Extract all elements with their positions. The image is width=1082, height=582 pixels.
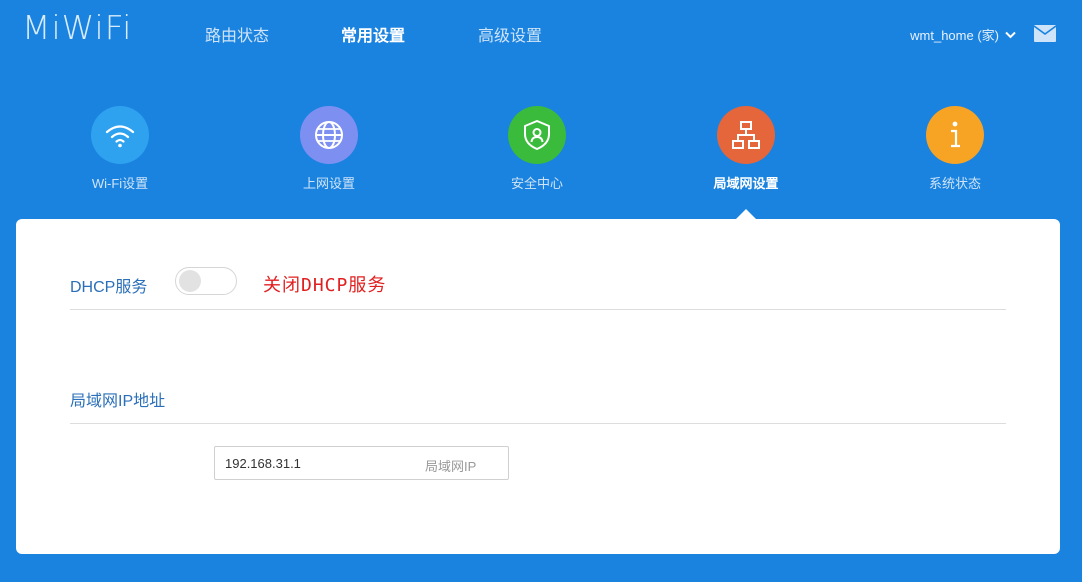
tile-label: 上网设置 <box>302 176 355 191</box>
lan-network-icon <box>717 106 775 164</box>
miwifi-logo: MiWiFi <box>22 8 133 47</box>
user-name: wmt_home (家) <box>910 28 999 43</box>
tile-label: 系统状态 <box>928 176 981 191</box>
toggle-knob <box>179 270 201 292</box>
mail-icon[interactable] <box>1033 25 1057 47</box>
lan-ip-section-label: 局域网IP地址 <box>70 393 166 410</box>
tile-label: 局域网设置 <box>713 176 779 191</box>
tile-security-center[interactable]: 安全中心 <box>477 106 597 192</box>
divider <box>70 423 1006 424</box>
tile-wifi-settings[interactable]: Wi-Fi设置 <box>60 106 180 192</box>
user-menu[interactable]: wmt_home (家) <box>910 25 1016 44</box>
nav-advanced-settings[interactable]: 高级设置 <box>478 22 542 46</box>
tile-internet-settings[interactable]: 上网设置 <box>269 106 389 192</box>
tile-system-status[interactable]: 系统状态 <box>895 106 1015 192</box>
dhcp-toggle[interactable] <box>175 267 237 295</box>
divider <box>70 309 1006 310</box>
nav-common-settings[interactable]: 常用设置 <box>341 22 405 46</box>
tile-label: 安全中心 <box>510 176 563 191</box>
chevron-down-icon <box>1005 31 1016 38</box>
lan-ip-hint: 局域网IP <box>425 459 477 474</box>
wifi-icon <box>91 106 149 164</box>
tile-lan-settings[interactable]: 局域网设置 <box>686 106 806 192</box>
lan-ip-value: 192.168.31.1 <box>225 456 301 471</box>
lan-ip-input[interactable]: 192.168.31.1 局域网IP <box>214 446 509 480</box>
dhcp-label: DHCP服务 <box>70 279 148 296</box>
shield-icon <box>508 106 566 164</box>
globe-icon <box>300 106 358 164</box>
dhcp-annotation: 关闭DHCP服务 <box>263 275 387 296</box>
tile-label: Wi-Fi设置 <box>91 176 149 191</box>
lan-settings-panel: DHCP服务 关闭DHCP服务 局域网IP地址 192.168.31.1 局域网… <box>16 219 1060 554</box>
nav-router-status[interactable]: 路由状态 <box>205 22 269 46</box>
info-icon <box>926 106 984 164</box>
